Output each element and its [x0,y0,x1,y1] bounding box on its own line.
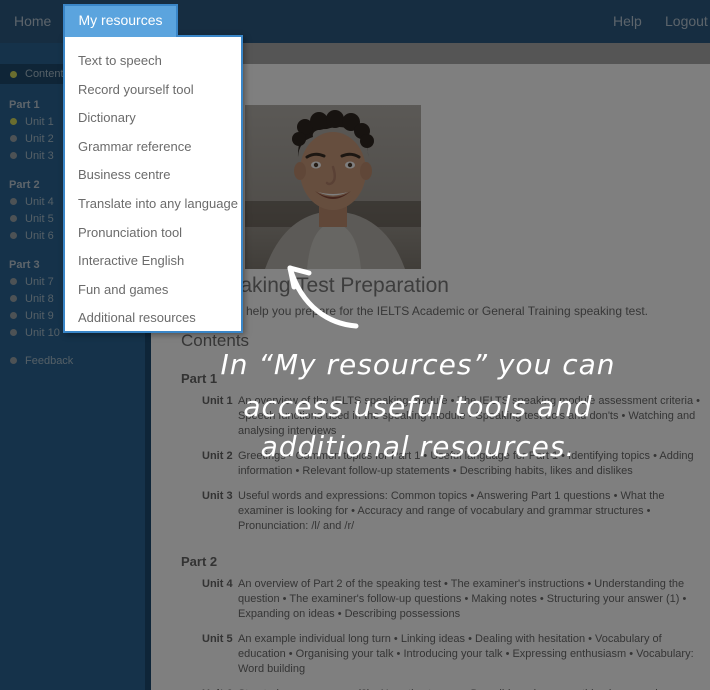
menu-item-dictionary[interactable]: Dictionary [65,104,241,133]
tab-my-resources[interactable]: My resources [63,4,178,37]
menu-item-text-to-speech[interactable]: Text to speech [65,47,241,76]
menu-item-business-centre[interactable]: Business centre [65,161,241,190]
menu-item-translate-into-any-language[interactable]: Translate into any language [65,190,241,219]
menu-item-additional-resources[interactable]: Additional resources [65,304,241,333]
my-resources-menu: Text to speech Record yourself tool Dict… [63,35,243,333]
menu-item-record-yourself-tool[interactable]: Record yourself tool [65,76,241,105]
app-window: Home Help Logout Contents Part 1 Unit 1 … [0,0,710,690]
menu-item-grammar-reference[interactable]: Grammar reference [65,133,241,162]
menu-item-fun-and-games[interactable]: Fun and games [65,276,241,305]
menu-item-interactive-english[interactable]: Interactive English [65,247,241,276]
menu-item-pronunciation-tool[interactable]: Pronunciation tool [65,219,241,248]
